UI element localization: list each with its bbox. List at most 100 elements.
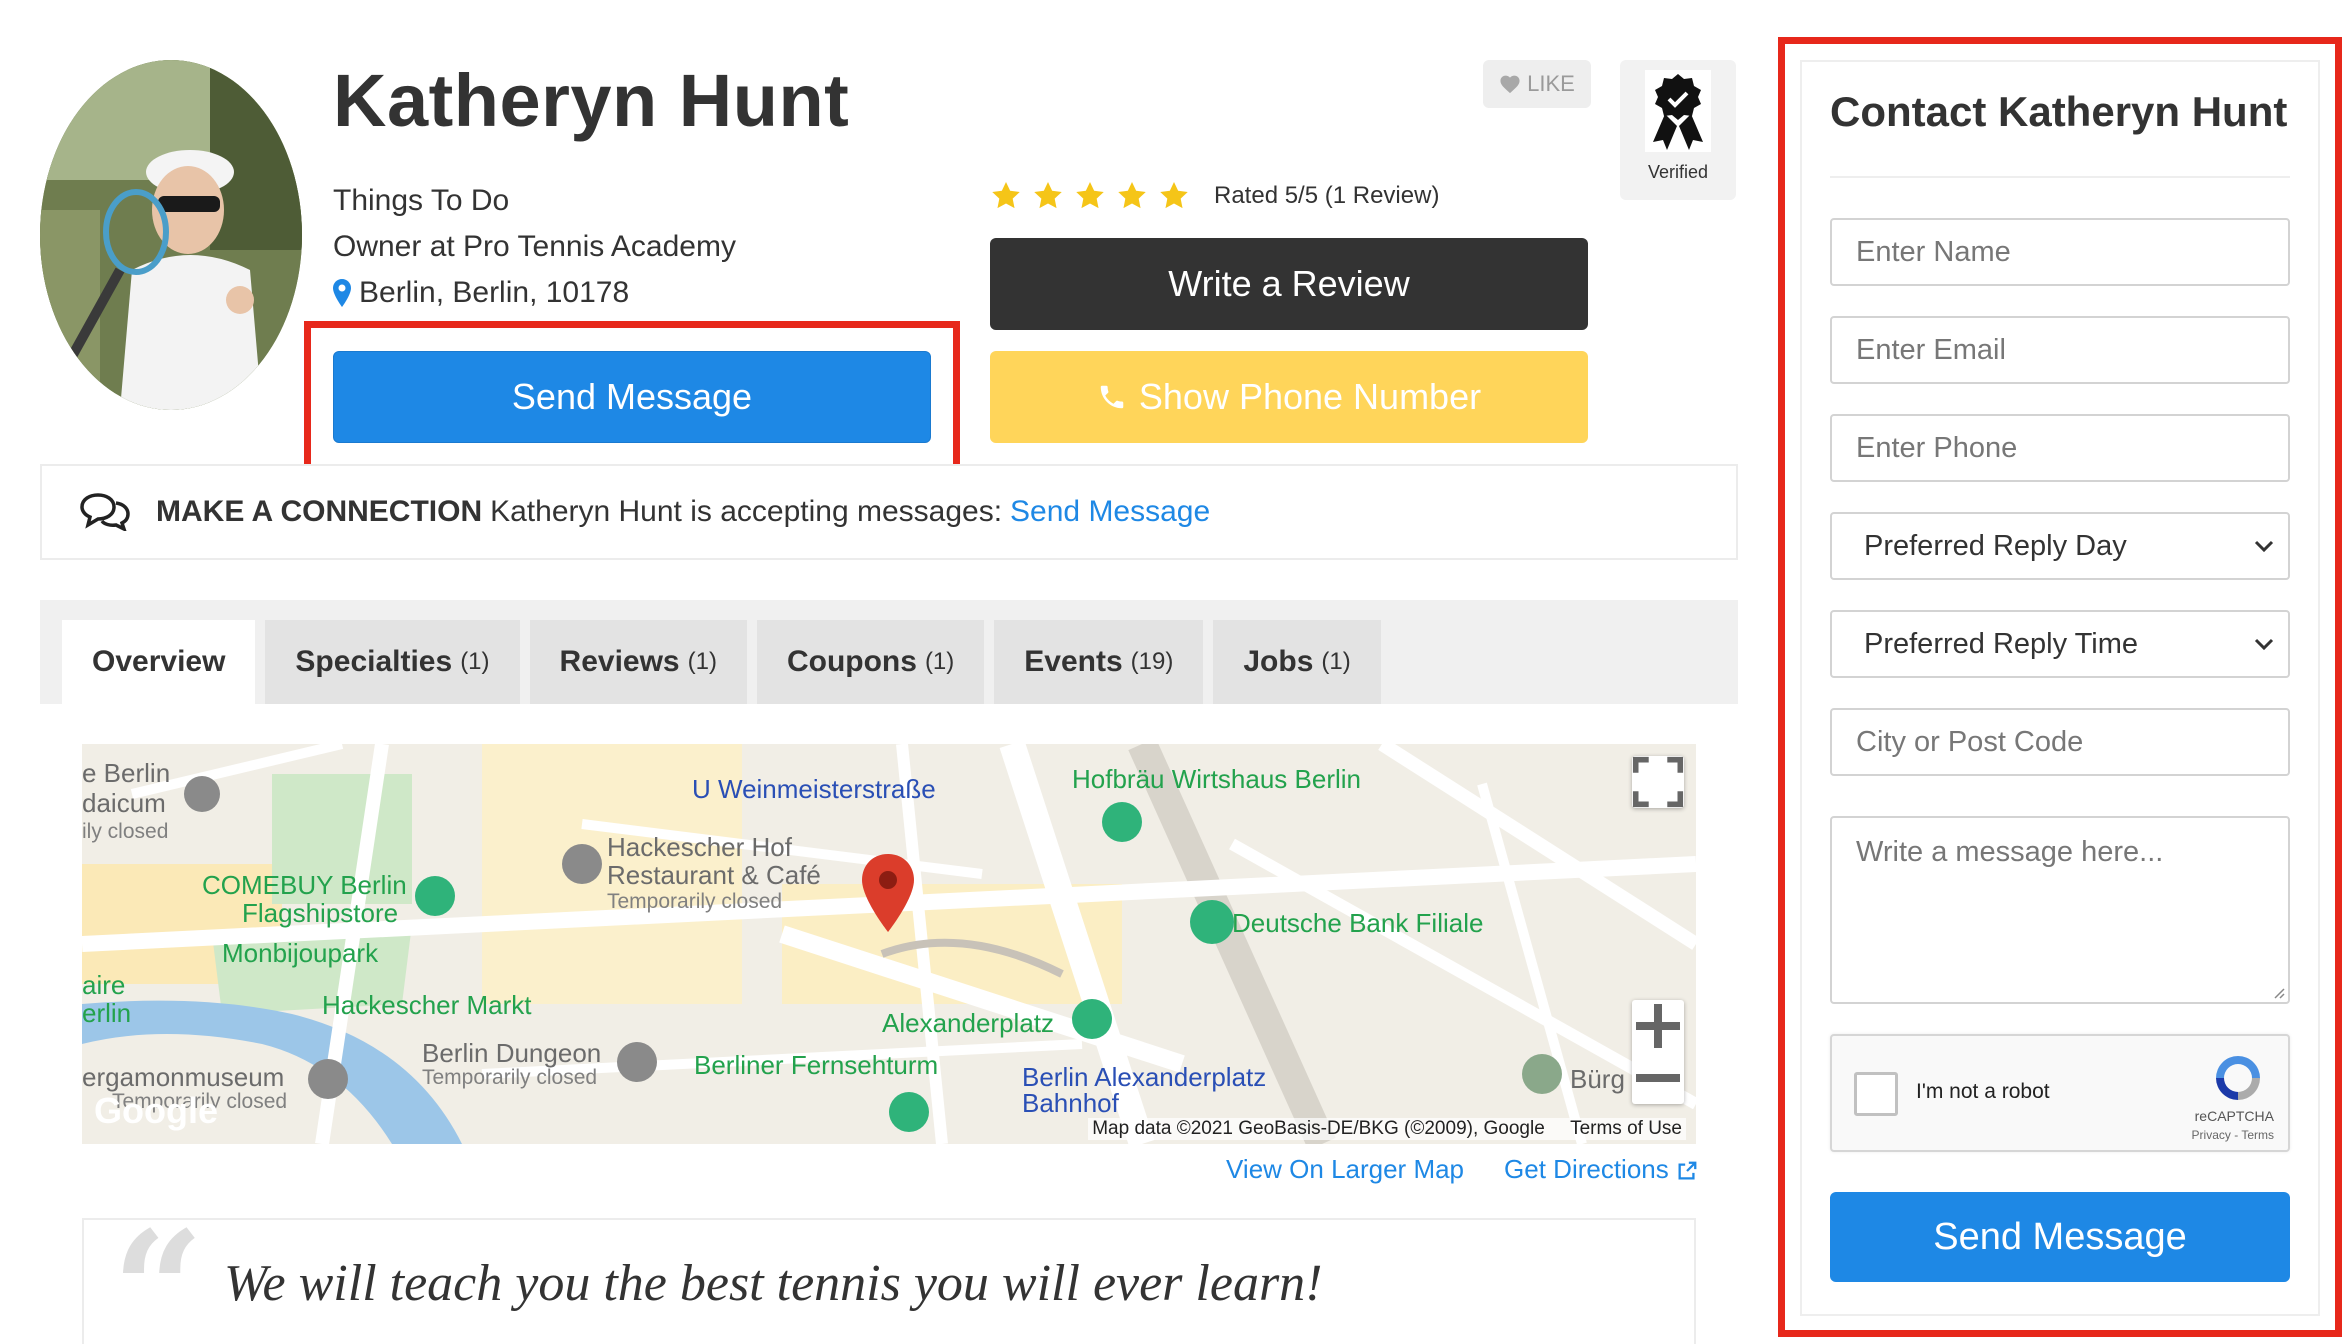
tab-specialties[interactable]: Specialties (1) xyxy=(265,620,520,704)
map-label: Restaurant & Café xyxy=(607,860,821,890)
map-label: Berliner Fernsehturm xyxy=(694,1050,939,1080)
star-icon xyxy=(1160,182,1188,209)
recaptcha-brand: reCAPTCHA xyxy=(2194,1108,2274,1124)
profile-name: Katheryn Hunt xyxy=(333,59,850,142)
map-label: daicum xyxy=(82,788,166,818)
map-attribution: Map data ©2021 GeoBasis-DE/BKG (©2009), … xyxy=(1088,1118,1686,1140)
reply-time-select[interactable]: Preferred Reply Time xyxy=(1830,610,2290,678)
quote-mark-icon: “ xyxy=(112,1196,205,1344)
heart-icon xyxy=(1500,75,1520,94)
tab-bar: Overview Specialties (1) Reviews (1) Coupo… xyxy=(62,620,1381,704)
resize-handle-icon[interactable] xyxy=(2271,985,2285,999)
tab-label: Coupons xyxy=(786,645,917,678)
map-label: Temporarily closed xyxy=(422,1066,598,1089)
rating-stars: Rated 5/5 (1 Review) xyxy=(990,180,1439,212)
name-field[interactable]: Enter Name xyxy=(1830,218,2290,286)
tab-count: (1) xyxy=(1321,648,1351,675)
connection-bar: MAKE A CONNECTION Katheryn Hunt is accep… xyxy=(40,464,1738,560)
tab-overview[interactable]: Overview xyxy=(62,620,256,704)
contact-form-title: Contact Katheryn Hunt xyxy=(1830,88,2288,135)
profile-avatar xyxy=(40,60,302,410)
profile-location: Berlin, Berlin, 10178 xyxy=(333,276,629,310)
chevron-down-icon xyxy=(2254,540,2274,553)
verified-label: Verified xyxy=(1647,162,1709,182)
map-label: Alexanderplatz xyxy=(882,1008,1054,1038)
map-label: Berlin Dungeon xyxy=(422,1038,602,1068)
zoom-out-button[interactable] xyxy=(1632,1052,1684,1104)
message-placeholder: Write a message here... xyxy=(1856,836,2164,868)
map-label: Monbijoupark xyxy=(222,938,379,968)
location-map[interactable]: e Berlin daicum ily closed U Weinmeister… xyxy=(82,744,1696,1144)
map-label: U Weinmeisterstraße xyxy=(692,774,936,804)
chevron-down-icon xyxy=(2254,638,2274,651)
form-divider xyxy=(1830,176,2290,178)
star-icon xyxy=(1118,182,1146,209)
get-directions-label: Get Directions xyxy=(1504,1154,1669,1184)
quote-text: We will teach you the best tennis you wi… xyxy=(224,1255,1323,1312)
write-review-button[interactable]: Write a Review xyxy=(990,238,1588,330)
tab-label: Events xyxy=(1024,645,1123,678)
connection-send-message-link[interactable]: Send Message xyxy=(1010,495,1210,529)
location-text: Berlin, Berlin, 10178 xyxy=(359,276,630,309)
star-icon xyxy=(992,182,1020,209)
like-button[interactable]: LIKE xyxy=(1483,60,1591,108)
contact-send-message-button[interactable]: Send Message xyxy=(1830,1192,2290,1282)
map-label: erlin xyxy=(82,998,132,1028)
verified-ribbon-icon xyxy=(1645,70,1711,152)
map-label: Hofbräu Wirtshaus Berlin xyxy=(1072,764,1361,794)
tab-label: Specialties xyxy=(295,645,453,678)
minus-icon xyxy=(1636,1074,1680,1082)
profile-role: Owner at Pro Tennis Academy xyxy=(333,230,736,263)
map-label: ergamonmuseum xyxy=(82,1062,285,1092)
reply-day-select[interactable]: Preferred Reply Day xyxy=(1830,512,2290,580)
map-links: View On Larger Map Get Directions xyxy=(1226,1154,1698,1185)
fullscreen-button[interactable] xyxy=(1632,756,1684,808)
map-label: Bahnhof xyxy=(1022,1088,1119,1118)
show-phone-label: Show Phone Number xyxy=(1138,376,1482,417)
zoom-controls xyxy=(1632,1000,1684,1104)
tab-reviews[interactable]: Reviews (1) xyxy=(529,620,747,704)
map-label: Flagshipstore xyxy=(242,898,399,928)
message-textarea[interactable]: Write a message here... xyxy=(1830,816,2290,1004)
tab-jobs[interactable]: Jobs (1) xyxy=(1213,620,1381,704)
fullscreen-icon xyxy=(1632,756,1684,808)
recaptcha-widget: I'm not a robot reCAPTCHA Privacy - Term… xyxy=(1830,1034,2290,1152)
profile-category: Things To Do xyxy=(333,184,510,217)
tab-count: (19) xyxy=(1130,648,1174,675)
map-label: Bürg xyxy=(1570,1064,1625,1094)
tab-coupons[interactable]: Coupons (1) xyxy=(756,620,985,704)
email-field[interactable]: Enter Email xyxy=(1830,316,2290,384)
connection-title: MAKE A CONNECTION xyxy=(156,495,483,528)
recaptcha-label: I'm not a robot xyxy=(1916,1080,2050,1103)
city-field[interactable]: City or Post Code xyxy=(1830,708,2290,776)
map-label: Hackescher Hof xyxy=(607,832,792,862)
external-link-icon xyxy=(1678,1161,1697,1180)
map-label: Hackescher Markt xyxy=(322,990,532,1020)
map-label: Temporarily closed xyxy=(607,890,783,913)
map-data-text: Map data ©2021 GeoBasis-DE/BKG (©2009), … xyxy=(1092,1118,1545,1139)
get-directions-link[interactable]: Get Directions xyxy=(1504,1154,1698,1185)
google-logo: Google xyxy=(94,1090,218,1131)
send-message-button[interactable]: Send Message xyxy=(333,351,931,443)
reply-time-value: Preferred Reply Time xyxy=(1864,627,2138,660)
star-icon xyxy=(1034,182,1062,209)
reply-day-value: Preferred Reply Day xyxy=(1864,529,2127,562)
tab-count: (1) xyxy=(687,648,717,675)
verified-badge: Verified xyxy=(1620,60,1736,200)
rating-text: Rated 5/5 (1 Review) xyxy=(1214,182,1440,209)
show-phone-button[interactable]: Show Phone Number xyxy=(990,351,1588,443)
view-larger-map-link[interactable]: View On Larger Map xyxy=(1226,1154,1464,1185)
plus-icon xyxy=(1636,1004,1680,1048)
map-terms-link[interactable]: Terms of Use xyxy=(1570,1118,1682,1139)
zoom-in-button[interactable] xyxy=(1632,1000,1684,1052)
tab-label: Reviews xyxy=(559,645,680,678)
recaptcha-privacy-terms[interactable]: Privacy - Terms xyxy=(2192,1128,2274,1142)
like-label: LIKE xyxy=(1527,71,1575,96)
connection-text: Katheryn Hunt is accepting messages: xyxy=(490,495,1003,528)
chat-bubbles-icon xyxy=(80,493,130,531)
recaptcha-checkbox[interactable] xyxy=(1854,1072,1898,1116)
map-label: ily closed xyxy=(82,820,169,843)
tab-events[interactable]: Events (19) xyxy=(994,620,1204,704)
star-icon xyxy=(1076,182,1104,209)
phone-field[interactable]: Enter Phone xyxy=(1830,414,2290,482)
